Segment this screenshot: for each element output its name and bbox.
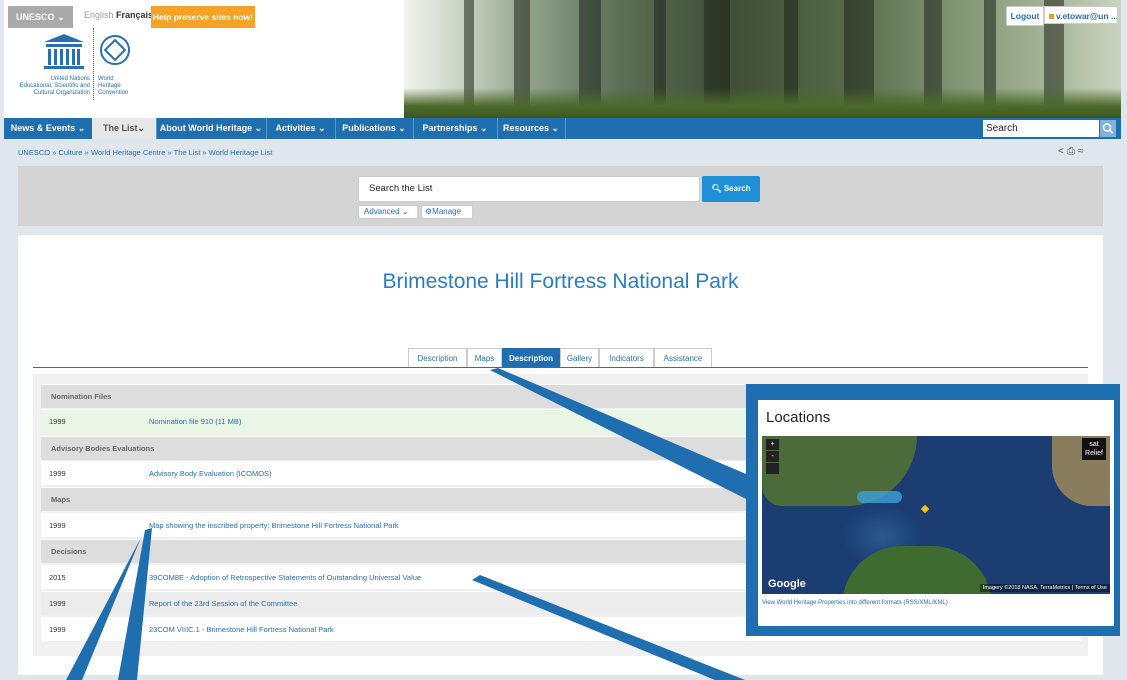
export-formats-link[interactable]: View World Heritage Properties into diff… — [762, 600, 948, 606]
location-map[interactable]: + - sat Relief Google Imagery ©2018 NASA,… — [762, 436, 1110, 594]
arrow-down-decision — [472, 575, 745, 680]
site-marker-icon[interactable] — [920, 504, 930, 514]
arrow-to-maps-tab — [490, 368, 760, 500]
zoom-out-button[interactable]: - — [766, 451, 779, 462]
zoom-in-button[interactable]: + — [766, 439, 779, 450]
google-logo: Google — [768, 578, 806, 590]
zoom-reset-button[interactable] — [766, 463, 779, 474]
map-type-switch[interactable]: sat Relief — [1082, 438, 1106, 460]
map-credit[interactable]: Imagery ©2018 NASA, TerraMetrics | Terms… — [979, 584, 1110, 592]
locations-title: Locations — [766, 409, 831, 426]
page: UNESCO ⌄ English Français Help preserve … — [0, 0, 1127, 680]
